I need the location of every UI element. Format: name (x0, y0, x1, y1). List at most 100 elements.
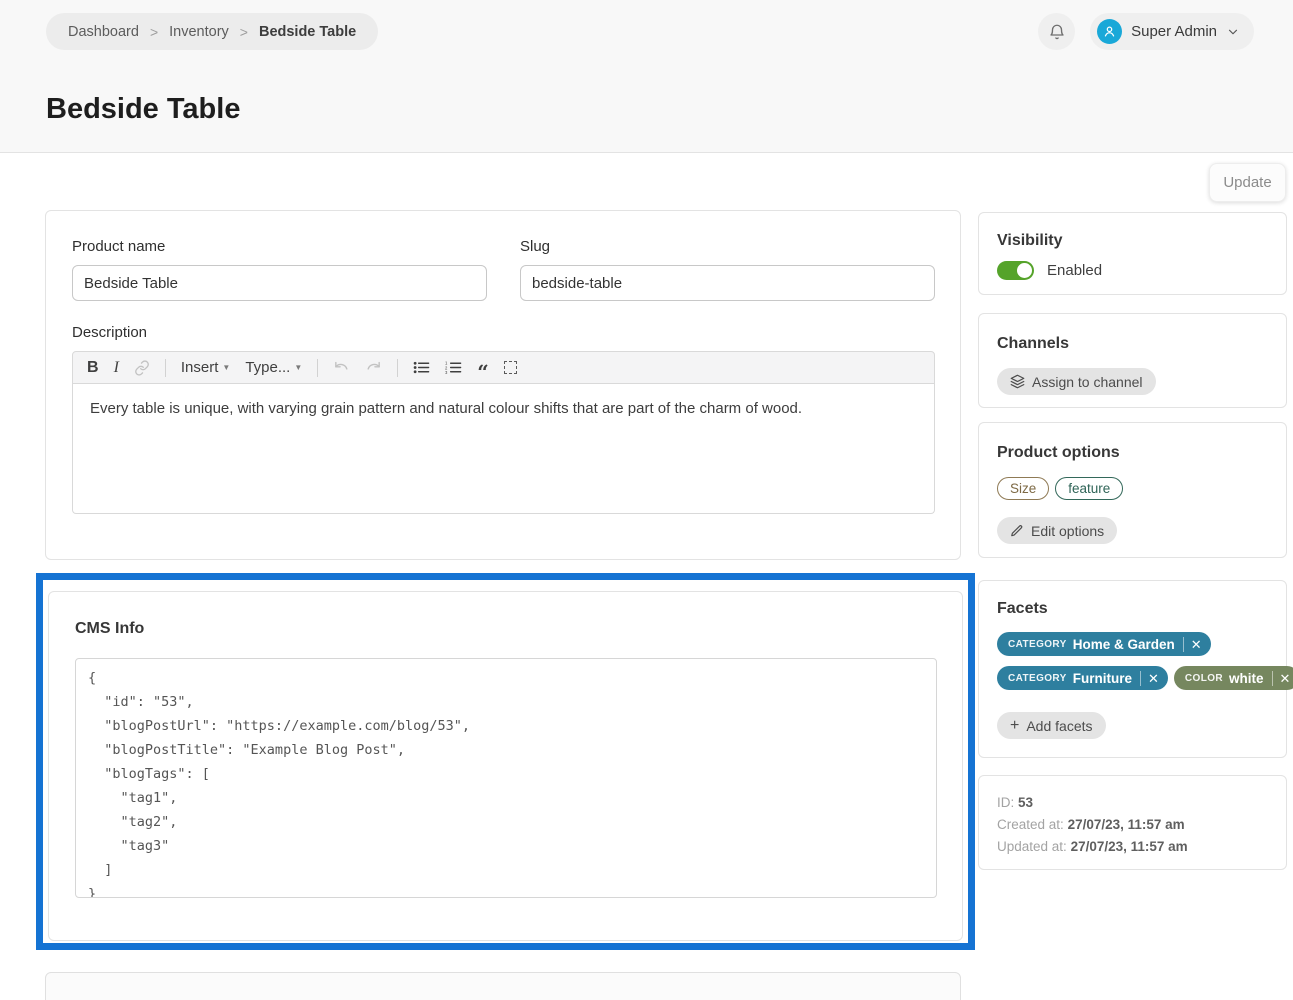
visibility-toggle-row: Enabled (997, 261, 1286, 280)
visibility-toggle-label: Enabled (1047, 262, 1102, 279)
remove-facet-icon[interactable]: ✕ (1191, 638, 1202, 651)
top-header: Dashboard > Inventory > Bedside Table Su (0, 0, 1293, 153)
type-dropdown[interactable]: Type... ▼ (245, 359, 302, 376)
next-section-card (45, 972, 961, 1000)
cms-info-card: CMS Info { "id": "53", "blogPostUrl": "h… (48, 591, 963, 941)
meta-updated-row: Updated at: 27/07/23, 11:57 am (997, 836, 1286, 858)
breadcrumb-separator-icon: > (150, 24, 158, 40)
visibility-toggle[interactable] (997, 261, 1034, 280)
json-line: "tag1", (88, 786, 924, 810)
product-options-title: Product options (997, 444, 1286, 462)
undo-icon (333, 359, 350, 376)
description-label: Description (72, 324, 935, 341)
redo-button[interactable] (365, 359, 382, 376)
option-chip-size: Size (997, 477, 1049, 500)
facet-name: CATEGORY (1008, 673, 1067, 684)
bullet-list-icon (413, 360, 430, 375)
facet-chip-rows: CATEGORY Home & Garden ✕ CATEGORY Furnit… (997, 632, 1286, 690)
description-field-group: Description B I Insert ▼ (72, 324, 935, 514)
json-line: "blogTags": [ (88, 762, 924, 786)
undo-button[interactable] (333, 359, 350, 376)
facet-row: CATEGORY Furniture ✕ COLOR white ✕ (997, 666, 1286, 690)
assign-to-channel-button[interactable]: Assign to channel (997, 368, 1156, 395)
description-editor[interactable]: Every table is unique, with varying grai… (72, 384, 935, 514)
toolbar-divider (317, 359, 318, 377)
page-title: Bedside Table (46, 93, 240, 126)
toolbar-divider (397, 359, 398, 377)
add-facets-button[interactable]: + Add facets (997, 712, 1106, 739)
toggle-knob (1017, 263, 1032, 278)
product-options-card: Product options Size feature Edit option… (978, 422, 1287, 558)
facet-chip-color-white: COLOR white ✕ (1174, 666, 1293, 690)
bell-icon (1048, 23, 1066, 41)
remove-facet-icon[interactable]: ✕ (1148, 672, 1159, 685)
insert-block-button[interactable] (504, 361, 517, 374)
link-button[interactable] (134, 360, 150, 376)
created-at-value: 27/07/23, 11:57 am (1068, 817, 1185, 832)
insert-label: Insert (181, 359, 219, 376)
facets-card: Facets CATEGORY Home & Garden ✕ CATEGORY… (978, 580, 1287, 758)
product-details-card: Product name Slug Description B I (45, 210, 961, 560)
cms-info-json-editor[interactable]: { "id": "53", "blogPostUrl": "https://ex… (75, 658, 937, 898)
remove-facet-icon[interactable]: ✕ (1280, 672, 1291, 685)
breadcrumb-separator-icon: > (240, 24, 248, 40)
facet-chip-home-garden: CATEGORY Home & Garden ✕ (997, 632, 1211, 656)
link-icon (134, 360, 150, 376)
facet-value: Furniture (1073, 671, 1132, 686)
chevron-down-icon (1226, 25, 1240, 39)
id-label: ID: (997, 795, 1014, 810)
facet-name: CATEGORY (1008, 639, 1067, 650)
blockquote-button[interactable]: “ (477, 359, 489, 377)
entity-meta-card: ID: 53 Created at: 27/07/23, 11:57 am Up… (978, 775, 1287, 870)
edit-options-button[interactable]: Edit options (997, 517, 1117, 544)
toolbar-divider (165, 359, 166, 377)
channels-card: Channels Assign to channel (978, 313, 1287, 408)
facet-divider (1183, 637, 1184, 652)
updated-at-value: 27/07/23, 11:57 am (1071, 839, 1188, 854)
visibility-title: Visibility (997, 232, 1286, 250)
bullet-list-button[interactable] (413, 360, 430, 375)
id-value: 53 (1018, 795, 1033, 810)
facet-divider (1140, 671, 1141, 686)
slug-input[interactable] (520, 265, 935, 301)
breadcrumb-dashboard[interactable]: Dashboard (68, 24, 139, 40)
product-name-input[interactable] (72, 265, 487, 301)
json-line: "tag2", (88, 810, 924, 834)
pencil-icon (1010, 524, 1024, 538)
rich-text-toolbar: B I Insert ▼ Type... (72, 351, 935, 384)
meta-rows: ID: 53 Created at: 27/07/23, 11:57 am Up… (979, 776, 1286, 858)
bold-button[interactable]: B (87, 359, 99, 377)
layers-icon (1010, 374, 1025, 389)
facet-value: white (1229, 671, 1264, 686)
name-slug-row: Product name Slug (46, 211, 960, 301)
add-facets-label: Add facets (1026, 718, 1092, 734)
italic-button[interactable]: I (114, 359, 119, 377)
ordered-list-button[interactable]: 1 2 3 (445, 360, 462, 375)
breadcrumb: Dashboard > Inventory > Bedside Table (46, 13, 378, 50)
assign-to-channel-label: Assign to channel (1032, 374, 1143, 390)
insert-dropdown[interactable]: Insert ▼ (181, 359, 230, 376)
json-line: "blogPostUrl": "https://example.com/blog… (88, 714, 924, 738)
user-name: Super Admin (1131, 23, 1217, 40)
created-at-label: Created at: (997, 817, 1064, 832)
cms-info-highlight-box: CMS Info { "id": "53", "blogPostUrl": "h… (36, 573, 975, 950)
visibility-card: Visibility Enabled (978, 212, 1287, 295)
update-button[interactable]: Update (1209, 163, 1286, 202)
avatar (1097, 19, 1122, 44)
meta-id-row: ID: 53 (997, 792, 1286, 814)
facets-title: Facets (997, 600, 1286, 618)
channels-title: Channels (997, 335, 1286, 353)
facet-divider (1272, 671, 1273, 686)
product-name-label: Product name (72, 238, 487, 255)
svg-text:3: 3 (445, 370, 448, 375)
redo-icon (365, 359, 382, 376)
notifications-button[interactable] (1038, 13, 1075, 50)
plus-icon: + (1010, 718, 1019, 734)
facet-row: CATEGORY Home & Garden ✕ (997, 632, 1286, 656)
meta-created-row: Created at: 27/07/23, 11:57 am (997, 814, 1286, 836)
breadcrumb-inventory[interactable]: Inventory (169, 24, 229, 40)
slug-label: Slug (520, 238, 935, 255)
json-line: ] (88, 858, 924, 882)
user-menu[interactable]: Super Admin (1090, 13, 1254, 50)
option-chips: Size feature (997, 477, 1286, 500)
